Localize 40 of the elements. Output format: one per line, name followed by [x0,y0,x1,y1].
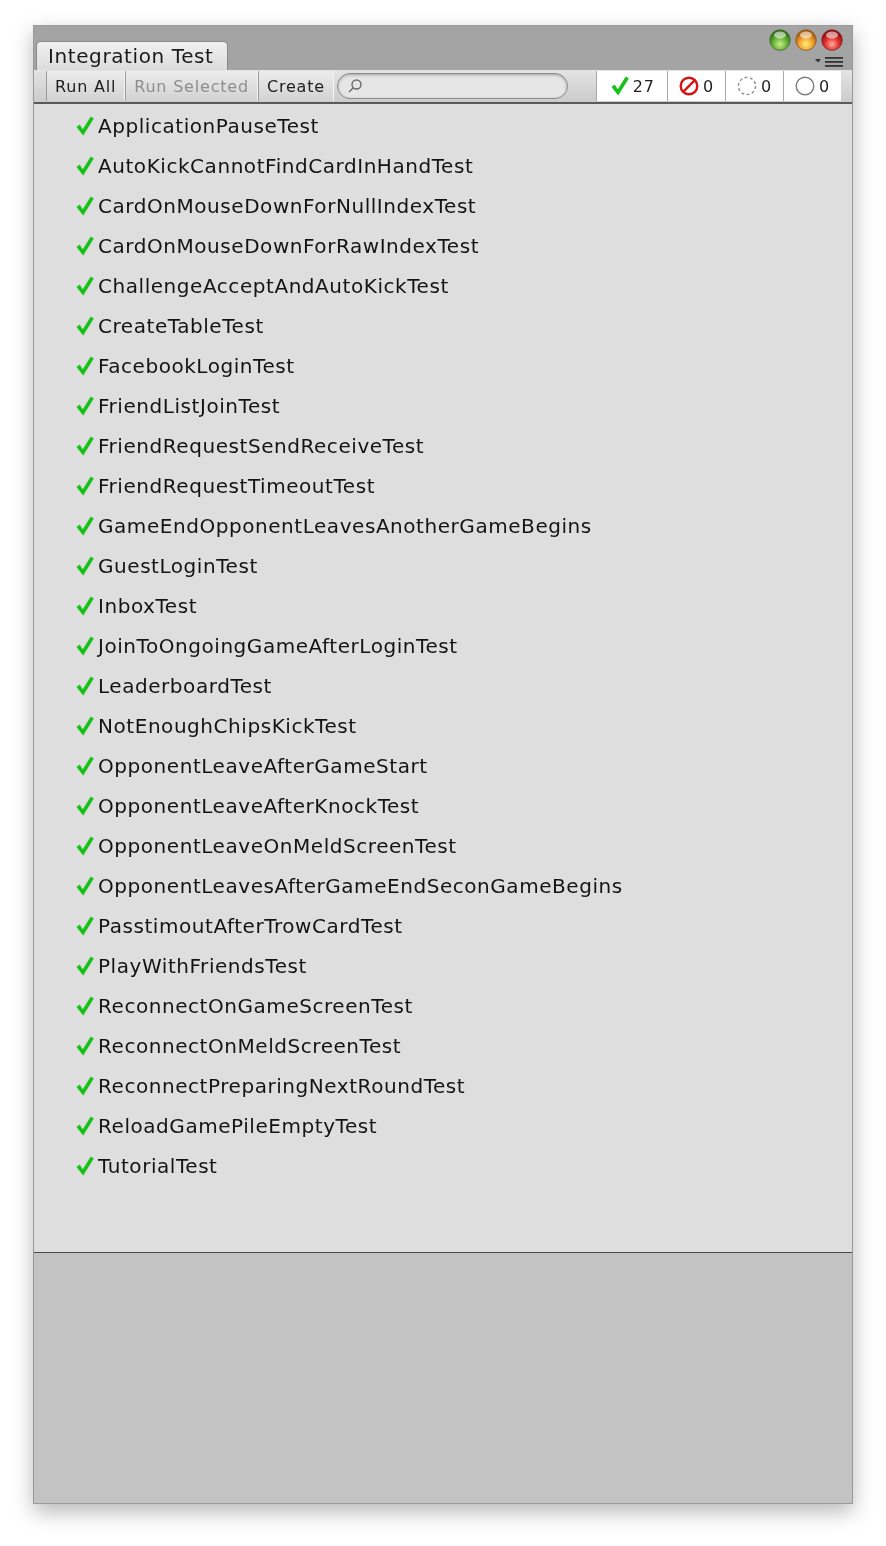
search-field[interactable] [336,73,568,99]
test-item[interactable]: LeaderboardTest [76,666,274,706]
test-item[interactable]: ApplicationPauseTest [76,106,321,146]
tab-menu-icon[interactable] [815,56,843,68]
test-item[interactable]: PasstimoutAfterTrowCardTest [76,906,405,946]
test-item[interactable]: ReconnectOnMeldScreenTest [76,1026,404,1066]
test-item[interactable]: AutoKickCannotFindCardInHandTest [76,146,476,186]
test-item[interactable]: CardOnMouseDownForNullIndexTest [76,186,479,226]
test-item[interactable]: FacebookLoginTest [76,346,297,386]
test-item[interactable]: GuestLoginTest [76,546,260,586]
test-item[interactable]: FriendListJoinTest [76,386,283,426]
test-item[interactable]: ReconnectPreparingNextRoundTest [76,1066,468,1106]
test-item[interactable]: FriendRequestSendReceiveTest [76,426,427,466]
test-item[interactable]: InboxTest [76,586,200,626]
filter-toggle[interactable]: 0 [725,71,783,101]
test-item[interactable]: OpponentLeavesAfterGameEndSeconGameBegins [76,866,625,906]
test-item[interactable]: ReconnectOnGameScreenTest [76,986,415,1026]
minimize-window-icon[interactable] [795,29,817,51]
toolbar-button[interactable]: Run All [46,71,126,101]
toolbar-button[interactable]: Create [257,71,334,101]
test-item[interactable]: FriendRequestTimeoutTest [76,466,378,506]
search-icon [347,79,362,93]
test-item[interactable]: TutorialTest [76,1146,220,1186]
test-item[interactable]: PlayWithFriendsTest [76,946,309,986]
test-item[interactable]: NotEnoughChipsKickTest [76,706,359,746]
zoom-window-icon[interactable] [769,29,791,51]
test-item[interactable]: CreateTableTest [76,306,266,346]
test-item[interactable]: CardOnMouseDownForRawIndexTest [76,226,482,266]
filter-toggle[interactable]: 27 [595,71,667,101]
test-item[interactable]: ChallengeAcceptAndAutoKickTest [76,266,451,306]
test-item[interactable]: OpponentLeaveAfterKnockTest [76,786,422,826]
test-item[interactable]: JoinToOngoingGameAfterLoginTest [76,626,460,666]
test-item[interactable]: GameEndOpponentLeavesAnotherGameBegins [76,506,594,546]
tab[interactable]: Integration Test [36,41,228,70]
test-item[interactable]: OpponentLeaveAfterGameStart [76,746,430,786]
close-window-icon[interactable] [821,29,843,51]
filter-toggle[interactable]: 0 [667,71,725,101]
filter-toggle[interactable]: 0 [783,71,841,101]
test-item[interactable]: ReloadGamePileEmptyTest [76,1106,380,1146]
test-item[interactable]: OpponentLeaveOnMeldScreenTest [76,826,459,866]
